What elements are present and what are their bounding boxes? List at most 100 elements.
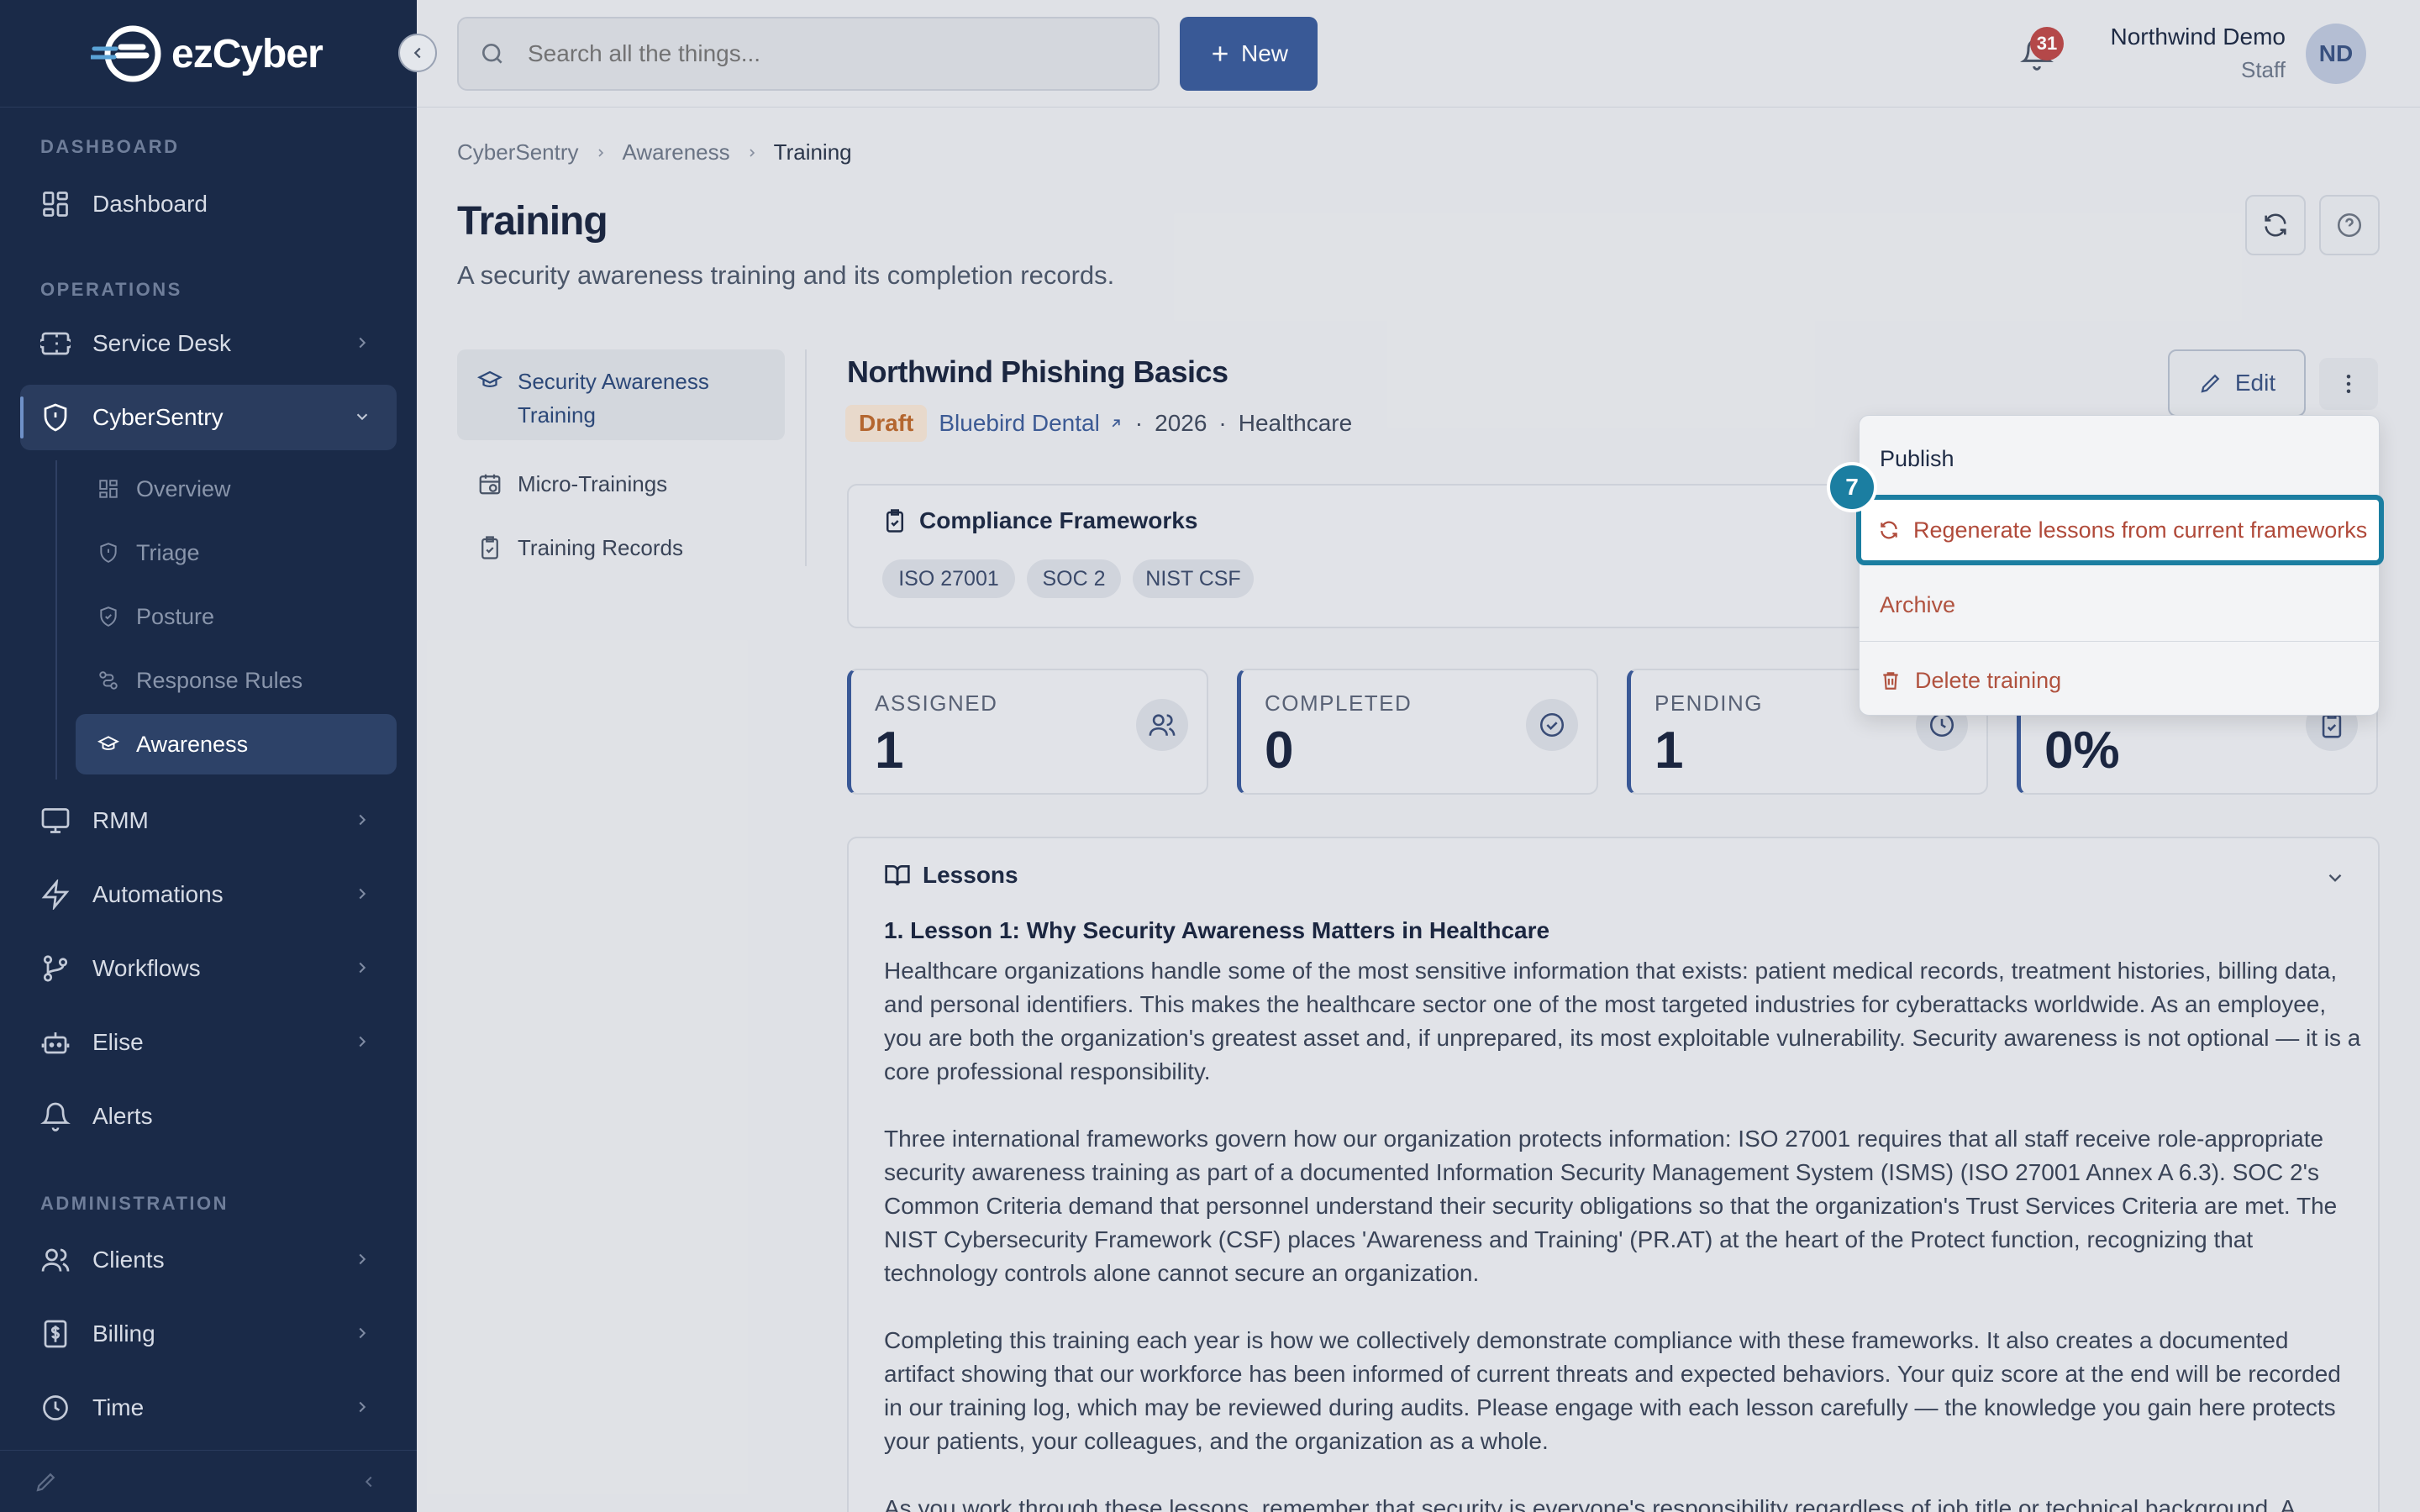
client-name: Bluebird Dental [939,410,1100,436]
more-vertical-icon [2346,375,2351,393]
stat-label: COMPLETED [1265,690,1413,716]
bot-icon [39,1026,72,1059]
tab-micro-trainings[interactable]: Micro-Trainings [457,459,785,509]
clock-icon [39,1391,72,1425]
training-industry: Healthcare [1238,410,1353,436]
avatar[interactable]: ND [2306,24,2366,84]
sidebar-item-cybersentry[interactable]: CyberSentry [20,385,397,450]
git-branch-icon [39,952,72,985]
new-button[interactable]: New [1180,17,1318,91]
monitor-icon [39,804,72,837]
section-operations-label: OPERATIONS [40,279,182,300]
users-icon [1136,699,1188,751]
sidebar-item-label: Clients [92,1247,165,1273]
edit-button[interactable]: Edit [2168,349,2306,417]
chevron-left-icon[interactable] [360,1473,378,1491]
edit-button-label: Edit [2234,370,2276,396]
sidebar-item-label: RMM [92,807,149,833]
breadcrumb-link-awareness[interactable]: Awareness [623,139,730,165]
sidebar-subitem-label: Response Rules [136,667,303,693]
menu-item-publish[interactable]: Publish [1860,423,2381,495]
lessons-heading-text: Lessons [923,862,1018,888]
sidebar-subitem-triage[interactable]: Triage [76,522,397,583]
tab-training-records[interactable]: Training Records [457,522,785,573]
sidebar-item-label: Service Desk [92,330,231,356]
frameworks-heading: Compliance Frameworks [882,507,1197,534]
pencil-icon [2201,374,2220,393]
chevron-left-icon [413,47,421,59]
menu-item-archive[interactable]: Archive [1860,569,2381,641]
tab-security-awareness-training[interactable]: Security Awareness Training [457,349,785,440]
sidebar-item-clients[interactable]: Clients [20,1227,397,1293]
tab-label: Training Records [518,534,684,560]
refresh-icon [2265,213,2286,237]
stat-label: PENDING [1655,690,1763,716]
sidebar-item-label: Alerts [92,1103,153,1129]
sidebar-item-alerts[interactable]: Alerts [20,1084,397,1149]
breadcrumb-current: Training [773,139,852,165]
new-button-label: New [1240,40,1288,66]
lessons-heading[interactable]: Lessons [884,862,1018,889]
stat-label: ASSIGNED [875,690,998,716]
sidebar-subitem-overview[interactable]: Overview [76,459,397,519]
shield-alert-icon [96,540,121,565]
sidebar: ezCyber DASHBOARD Dashboard OPERATIONS S… [0,0,417,1512]
page-subtitle: A security awareness training and its co… [457,260,1115,290]
client-link[interactable]: Bluebird Dental [939,410,1123,437]
sidebar-item-dashboard[interactable]: Dashboard [20,171,397,237]
menu-item-regenerate-lessons[interactable]: Regenerate lessons from current framewor… [1856,495,2384,565]
search-box[interactable] [457,17,1160,91]
meta-separator: · [1218,410,1227,436]
sidebar-item-label: CyberSentry [92,404,224,430]
collapse-sidebar-button[interactable] [398,34,437,72]
breadcrumb: CyberSentry Awareness Training [457,139,852,165]
chevron-right-icon [597,148,603,157]
breadcrumb-link-cybersentry[interactable]: CyberSentry [457,139,579,165]
framework-chip: NIST CSF [1133,559,1254,598]
chevron-right-icon [353,1324,371,1342]
page-title: Training [457,199,608,244]
grid-icon [96,476,121,501]
section-administration-label: ADMINISTRATION [40,1193,229,1214]
lesson-paragraph: Healthcare organizations handle some of … [884,958,2361,1084]
plus-icon [1213,46,1228,61]
sidebar-item-automations[interactable]: Automations [20,862,397,927]
graduation-cap-icon [96,732,121,757]
sidebar-subitem-label: Triage [136,539,200,565]
clipboard-check-icon [886,509,903,533]
chevron-right-icon [750,148,755,157]
tab-label-line1: Security Awareness [518,369,709,394]
active-indicator [20,396,24,438]
search-icon [479,40,506,67]
help-circle-icon [2337,213,2362,238]
sidebar-subitem-posture[interactable]: Posture [76,586,397,647]
chevron-right-icon [353,1398,371,1416]
search-input[interactable] [528,40,1150,67]
sidebar-item-rmm[interactable]: RMM [20,788,397,853]
user-info[interactable]: Northwind Demo Staff [2067,24,2286,83]
sidebar-item-billing[interactable]: Billing [20,1301,397,1367]
menu-divider [1860,641,2381,642]
chevron-right-icon [353,1032,371,1051]
menu-item-delete-training[interactable]: Delete training [1860,644,2381,717]
refresh-button[interactable] [2245,195,2306,255]
lesson-title: 1. Lesson 1: Why Security Awareness Matt… [884,917,1550,943]
brand-logo[interactable]: ezCyber [91,20,324,87]
stat-card-completed: COMPLETED 0 [1237,669,1598,795]
chevron-down-icon[interactable] [2324,867,2346,889]
user-name: Northwind Demo [2110,24,2286,50]
menu-item-label: Regenerate lessons from current framewor… [1913,517,2368,543]
sidebar-item-time[interactable]: Time [20,1375,397,1441]
help-button[interactable] [2319,195,2380,255]
step-number-badge: 7 [1827,462,1877,512]
sidebar-item-workflows[interactable]: Workflows [20,936,397,1001]
sidebar-subitem-awareness[interactable]: Awareness [76,714,397,774]
pencil-icon[interactable] [34,1469,59,1494]
sidebar-item-service-desk[interactable]: Service Desk [20,311,397,376]
sidebar-item-label: Dashboard [92,191,208,217]
sidebar-item-elise[interactable]: Elise [20,1010,397,1075]
stat-value: 0% [2044,722,2120,780]
sidebar-subitem-response-rules[interactable]: Response Rules [76,650,397,711]
more-actions-button[interactable] [2319,358,2378,410]
menu-item-label: Delete training [1915,667,2062,693]
